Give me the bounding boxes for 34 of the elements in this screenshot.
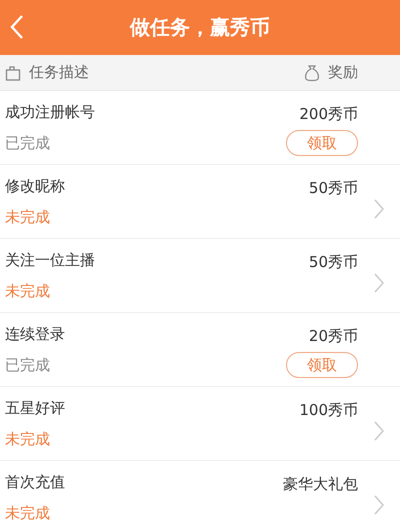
task-status: 已完成 bbox=[5, 356, 51, 374]
bag-icon bbox=[5, 64, 21, 80]
task-name: 关注一位主播 bbox=[5, 250, 96, 270]
column-label: 奖励 bbox=[328, 63, 358, 82]
reward-amount: 50秀币 bbox=[308, 179, 358, 198]
task-status: 未完成 bbox=[5, 504, 51, 522]
task-row[interactable]: 连续登录 已完成 20秀币 领取 bbox=[0, 313, 400, 387]
page-title: 做任务，赢秀币 bbox=[130, 14, 270, 41]
back-icon[interactable] bbox=[10, 14, 24, 40]
reward-amount: 50秀币 bbox=[308, 253, 358, 272]
task-name: 首次充值 bbox=[5, 472, 66, 492]
task-name: 连续登录 bbox=[5, 324, 66, 344]
task-status: 已完成 bbox=[5, 134, 51, 152]
task-row[interactable]: 首次充值 未完成 豪华大礼包 bbox=[0, 461, 400, 524]
reward-amount: 豪华大礼包 bbox=[283, 475, 358, 494]
task-name: 修改昵称 bbox=[5, 176, 66, 196]
chevron-right-icon bbox=[374, 494, 384, 514]
task-name: 五星好评 bbox=[5, 398, 66, 418]
chevron-right-icon bbox=[374, 420, 384, 440]
task-row[interactable]: 关注一位主播 未完成 50秀币 bbox=[0, 239, 400, 313]
reward-amount: 100秀币 bbox=[299, 401, 358, 420]
reward-amount: 200秀币 bbox=[299, 105, 358, 124]
task-status: 未完成 bbox=[5, 282, 51, 300]
column-label: 任务描述 bbox=[29, 63, 89, 82]
task-status: 未完成 bbox=[5, 208, 51, 226]
task-status: 未完成 bbox=[5, 430, 51, 448]
money-bag-icon bbox=[304, 64, 320, 82]
task-row[interactable]: 成功注册帐号 已完成 200秀币 领取 bbox=[0, 91, 400, 165]
task-row[interactable]: 五星好评 未完成 100秀币 bbox=[0, 387, 400, 461]
chevron-right-icon bbox=[374, 272, 384, 292]
chevron-right-icon bbox=[374, 198, 384, 218]
task-name: 成功注册帐号 bbox=[5, 102, 96, 122]
task-row[interactable]: 修改昵称 未完成 50秀币 bbox=[0, 165, 400, 239]
reward-amount: 20秀币 bbox=[308, 327, 358, 346]
